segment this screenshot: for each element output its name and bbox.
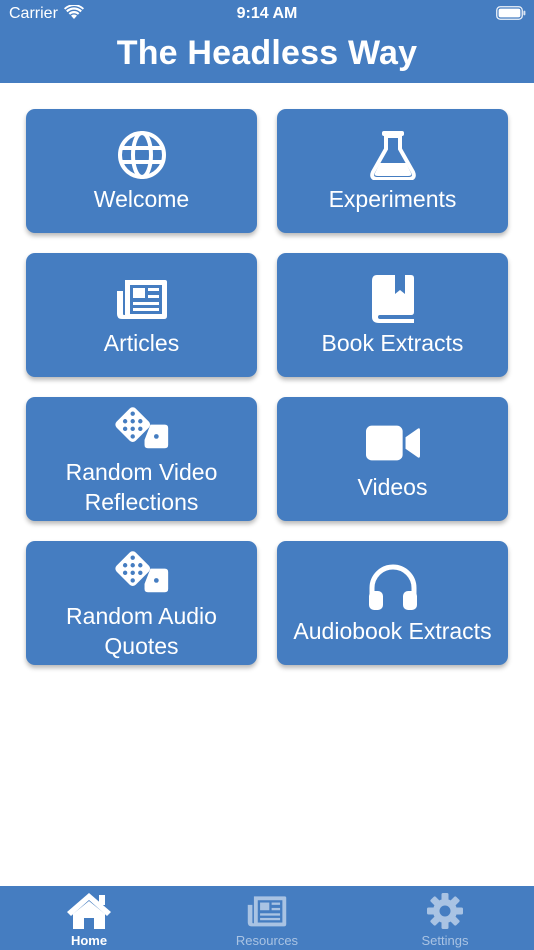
videos-tile[interactable]: Videos xyxy=(277,397,508,521)
dice-icon xyxy=(114,401,169,455)
battery-icon xyxy=(496,6,526,20)
audiobook-extracts-label: Audiobook Extracts xyxy=(293,618,492,644)
experiments-tile[interactable]: Experiments xyxy=(277,109,508,233)
flask-icon xyxy=(366,128,420,182)
globe-icon xyxy=(115,128,169,182)
tab-settings-label: Settings xyxy=(421,933,469,948)
welcome-tile[interactable]: Welcome xyxy=(26,109,257,233)
video-camera-icon xyxy=(365,416,420,470)
book-icon xyxy=(366,272,420,326)
audiobook-extracts-tile[interactable]: Audiobook Extracts xyxy=(277,541,508,665)
random-video-reflections-label: Random Video Reflections xyxy=(65,459,218,515)
newspaper-icon xyxy=(115,272,169,326)
tab-home-label: Home xyxy=(70,933,108,948)
page-title: The Headless Way xyxy=(116,34,418,72)
book-extracts-label: Book Extracts xyxy=(321,330,464,356)
dice-icon xyxy=(114,545,169,599)
status-time: 9:14 AM xyxy=(236,5,298,22)
videos-label: Videos xyxy=(357,474,428,500)
tab-bar: Home Resources Settings xyxy=(0,886,534,950)
home-icon xyxy=(66,891,112,931)
tab-resources[interactable]: Resources xyxy=(178,886,356,950)
articles-label: Articles xyxy=(103,330,180,356)
random-audio-quotes-tile[interactable]: Random Audio Quotes xyxy=(26,541,257,665)
menu-grid: Welcome Experiments Articles Book Extrac… xyxy=(26,109,508,665)
status-bar: Carrier 9:14 AM xyxy=(0,0,534,28)
random-audio-quotes-label: Random Audio Quotes xyxy=(66,603,217,659)
welcome-label: Welcome xyxy=(93,186,190,212)
app-header: Carrier 9:14 AM The Headless Way xyxy=(0,0,534,83)
tab-home[interactable]: Home xyxy=(0,886,178,950)
newspaper-icon xyxy=(244,891,290,931)
headphones-icon xyxy=(366,560,420,614)
random-video-reflections-tile[interactable]: Random Video Reflections xyxy=(26,397,257,521)
experiments-label: Experiments xyxy=(328,186,457,212)
articles-tile[interactable]: Articles xyxy=(26,253,257,377)
tab-settings[interactable]: Settings xyxy=(356,886,534,950)
book-extracts-tile[interactable]: Book Extracts xyxy=(277,253,508,377)
tab-resources-label: Resources xyxy=(235,933,299,948)
gear-icon xyxy=(422,891,468,931)
